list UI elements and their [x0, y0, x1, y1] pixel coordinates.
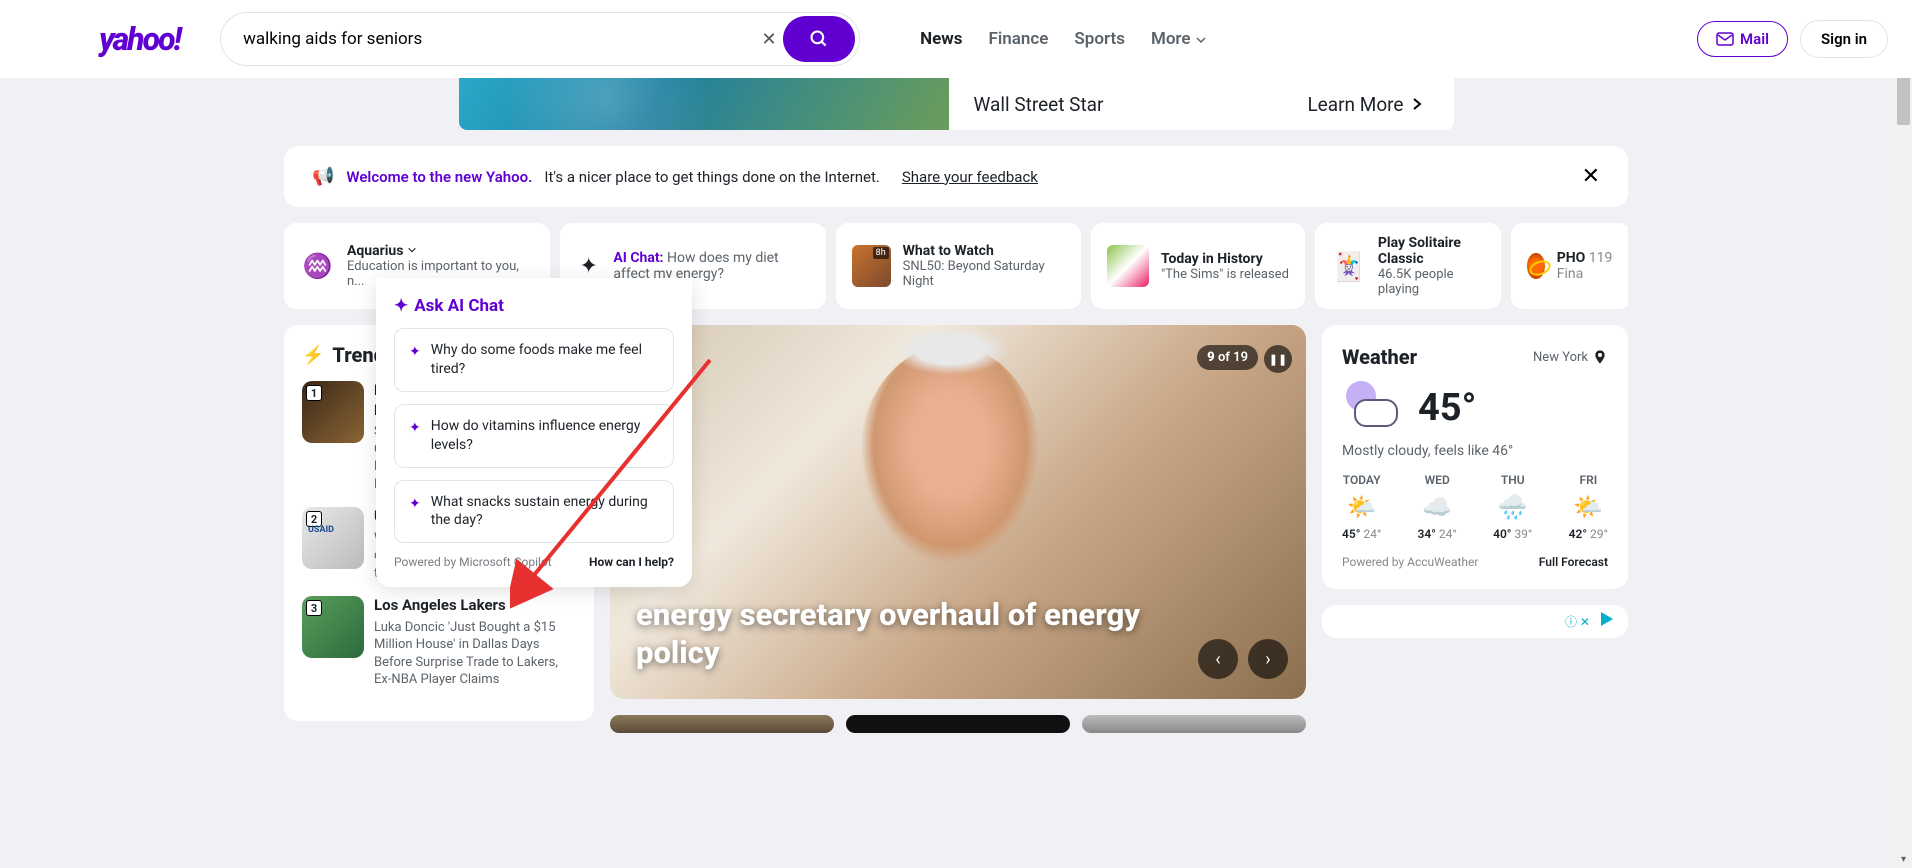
search-container: ✕	[220, 12, 860, 66]
nav-finance[interactable]: Finance	[988, 29, 1048, 49]
trending-item[interactable]: 3 Los Angeles Lakers Luka Doncic 'Just B…	[302, 596, 576, 689]
main-nav: News Finance Sports More	[920, 29, 1207, 49]
signin-button[interactable]: Sign in	[1800, 20, 1888, 58]
weather-icon: ☁️	[1418, 493, 1457, 521]
weather-title: Weather	[1342, 345, 1417, 369]
mail-icon	[1716, 32, 1734, 46]
full-forecast-link[interactable]: Full Forecast	[1539, 555, 1608, 569]
how-can-i-help-link[interactable]: How can I help?	[589, 555, 674, 569]
bolt-icon: ⚡	[302, 345, 324, 366]
nav-more[interactable]: More	[1151, 29, 1207, 49]
chat-suggestion[interactable]: ✦Why do some foods make me feel tired?	[394, 328, 674, 392]
powered-by-text: Powered by Microsoft Copilot	[394, 555, 552, 569]
nav-news[interactable]: News	[920, 29, 962, 49]
forecast-day[interactable]: THU🌧️ 40° 39°	[1493, 473, 1532, 541]
chat-suggestion[interactable]: ✦How do vitamins influence energy levels…	[394, 404, 674, 468]
welcome-bar: 📢 Welcome to the new Yahoo. It's a nicer…	[284, 146, 1628, 207]
ad-cta[interactable]: Learn More	[1277, 93, 1453, 116]
solitaire-card[interactable]: 🃏 Play Solitaire Classic 46.5K people pl…	[1315, 223, 1501, 309]
hero-image	[860, 345, 1040, 565]
hero-title: energy secretary overhaul of energy poli…	[636, 596, 1186, 674]
forecast-day[interactable]: WED☁️ 34° 24°	[1418, 473, 1457, 541]
watch-thumb	[852, 245, 891, 287]
cards-icon: 🃏	[1331, 250, 1366, 283]
header-actions: Mail Sign in	[1697, 20, 1888, 58]
ad-label[interactable]: ⓘ ✕	[1322, 605, 1628, 638]
adchoices-icon[interactable]: ⓘ ✕	[1565, 613, 1590, 630]
solitaire-sub: 46.5K people playing	[1378, 267, 1485, 297]
search-button[interactable]	[783, 16, 855, 62]
chat-suggestion[interactable]: ✦What snacks sustain energy during the d…	[394, 480, 674, 544]
hero-pause-button[interactable]: ❚❚	[1264, 345, 1292, 373]
ad-banner[interactable]: Wall Street Star Learn More	[459, 78, 1454, 130]
hero-panel: 9 of 19 ❚❚ energy secretary overhaul of …	[610, 325, 1306, 733]
history-title: Today in History	[1161, 251, 1289, 267]
hero-story[interactable]: 9 of 19 ❚❚ energy secretary overhaul of …	[610, 325, 1306, 699]
weather-panel: Weather New York 45° Mostly cloudy, feel…	[1322, 325, 1628, 589]
search-input[interactable]	[243, 29, 755, 49]
aichat-popup-title: ✦ Ask AI Chat	[394, 296, 674, 316]
weather-condition: Mostly cloudy, feels like 46°	[1342, 443, 1608, 459]
history-sub: "The Sims" is released	[1161, 267, 1289, 282]
sparkle-icon: ✦	[409, 343, 421, 379]
suns-logo-icon	[1527, 253, 1545, 279]
sparkle-icon: ✦	[409, 419, 421, 455]
trending-thumb: 3	[302, 596, 364, 658]
hero-substories	[610, 715, 1306, 733]
watch-title: What to Watch	[903, 243, 1065, 259]
forecast-day[interactable]: TODAY🌤️ 45° 24°	[1342, 473, 1381, 541]
hero-counter: 9 of 19	[1197, 345, 1258, 370]
forecast-day[interactable]: FRI🌤️ 42° 29°	[1569, 473, 1608, 541]
ad-triangle-icon	[1601, 612, 1613, 626]
ad-image	[459, 78, 949, 130]
trending-thumb: 2	[302, 507, 364, 569]
hero-prev-button[interactable]: ‹	[1198, 639, 1238, 679]
weather-now-icon	[1342, 379, 1400, 437]
weather-location[interactable]: New York	[1533, 349, 1608, 365]
right-column: Weather New York 45° Mostly cloudy, feel…	[1322, 325, 1628, 638]
mail-button[interactable]: Mail	[1697, 21, 1788, 57]
aichat-popup: ✦ Ask AI Chat ✦Why do some foods make me…	[376, 278, 692, 587]
chevron-down-icon	[1195, 34, 1207, 46]
welcome-body: It's a nicer place to get things done on…	[544, 168, 879, 186]
weather-icon: 🌧️	[1493, 493, 1532, 521]
ad-text: Wall Street Star	[949, 93, 1278, 116]
trending-thumb: 1	[302, 381, 364, 443]
sports-card[interactable]: PHO 119 Fina	[1511, 223, 1628, 309]
megaphone-icon: 📢	[312, 166, 334, 187]
weather-icon: 🌤️	[1569, 493, 1608, 521]
location-icon	[1592, 349, 1608, 365]
history-thumb	[1107, 245, 1149, 287]
chevron-right-icon	[1410, 97, 1424, 111]
clear-search-button[interactable]: ✕	[755, 25, 783, 53]
sparkle-icon: ✦	[409, 495, 421, 531]
scrollbar[interactable]: ▴ ▾	[1895, 0, 1912, 868]
trending-item-desc: Luka Doncic 'Just Bought a $15 Million H…	[374, 619, 576, 689]
chevron-down-icon[interactable]	[407, 245, 417, 255]
substory[interactable]	[610, 715, 834, 733]
solitaire-title: Play Solitaire Classic	[1378, 235, 1485, 267]
trending-item-title[interactable]: Los Angeles Lakers	[374, 596, 576, 616]
substory[interactable]	[1082, 715, 1306, 733]
yahoo-logo[interactable]: yahoo!	[99, 20, 180, 58]
weather-temp: 45°	[1418, 386, 1476, 430]
watch-card[interactable]: What to Watch SNL50: Beyond Saturday Nig…	[836, 223, 1081, 309]
weather-attribution: Powered by AccuWeather	[1342, 555, 1478, 569]
substory[interactable]	[846, 715, 1070, 733]
scroll-down-icon[interactable]: ▾	[1895, 851, 1912, 868]
hero-next-button[interactable]: ›	[1248, 639, 1288, 679]
welcome-title: Welcome to the new Yahoo.	[346, 168, 532, 186]
watch-sub: SNL50: Beyond Saturday Night	[903, 259, 1065, 289]
nav-sports[interactable]: Sports	[1074, 29, 1125, 49]
horoscope-title: Aquarius	[347, 243, 534, 259]
forecast-row: TODAY🌤️ 45° 24° WED☁️ 34° 24° THU🌧️ 40° …	[1342, 473, 1608, 541]
aquarius-icon: ♒	[300, 248, 335, 284]
weather-icon: 🌤️	[1342, 493, 1381, 521]
header: yahoo! ✕ News Finance Sports More Mail S…	[0, 0, 1912, 78]
search-icon	[809, 29, 829, 49]
sparkle-icon: ✦	[394, 296, 408, 316]
close-welcome-button[interactable]: ✕	[1582, 164, 1600, 189]
history-card[interactable]: Today in History "The Sims" is released	[1091, 223, 1305, 309]
feedback-link[interactable]: Share your feedback	[902, 168, 1038, 186]
